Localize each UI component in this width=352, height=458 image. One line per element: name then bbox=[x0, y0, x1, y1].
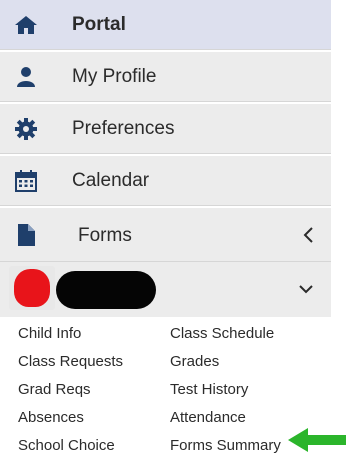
student-selector[interactable] bbox=[0, 262, 331, 317]
nav-label-calendar: Calendar bbox=[72, 170, 150, 191]
link-child-info[interactable]: Child Info bbox=[18, 325, 81, 343]
home-icon bbox=[15, 16, 37, 34]
avatar bbox=[9, 266, 55, 310]
link-school-choice[interactable]: School Choice bbox=[18, 437, 115, 455]
calendar-icon bbox=[15, 170, 37, 192]
link-attendance[interactable]: Attendance bbox=[170, 409, 246, 427]
nav-item-portal[interactable]: Portal bbox=[0, 0, 331, 50]
nav-item-calendar[interactable]: Calendar bbox=[0, 156, 331, 206]
link-test-history[interactable]: Test History bbox=[170, 381, 248, 399]
user-icon bbox=[17, 67, 35, 87]
link-absences[interactable]: Absences bbox=[18, 409, 84, 427]
annotation-arrow-icon bbox=[288, 428, 346, 452]
nav-label-preferences: Preferences bbox=[72, 118, 175, 139]
avatar-redaction bbox=[14, 269, 50, 307]
link-forms-summary[interactable]: Forms Summary bbox=[170, 437, 281, 455]
student-links: Child Info Class Schedule Class Requests… bbox=[0, 317, 331, 458]
link-grades[interactable]: Grades bbox=[170, 353, 219, 371]
nav-label-my-profile: My Profile bbox=[72, 66, 157, 87]
link-class-schedule[interactable]: Class Schedule bbox=[170, 325, 274, 343]
document-icon bbox=[18, 224, 35, 246]
student-name-redaction bbox=[56, 271, 156, 309]
sidebar: Portal My Profile Preferences Calendar F… bbox=[0, 0, 331, 458]
nav-item-preferences[interactable]: Preferences bbox=[0, 104, 331, 154]
gear-icon bbox=[15, 118, 37, 140]
nav-item-forms[interactable]: Forms bbox=[0, 208, 331, 262]
nav-label-forms: Forms bbox=[78, 225, 132, 246]
link-grad-reqs[interactable]: Grad Reqs bbox=[18, 381, 91, 399]
nav-item-my-profile[interactable]: My Profile bbox=[0, 52, 331, 102]
nav-label-portal: Portal bbox=[72, 14, 126, 35]
link-class-requests[interactable]: Class Requests bbox=[18, 353, 123, 371]
chevron-down-icon[interactable] bbox=[297, 279, 315, 299]
chevron-left-icon[interactable] bbox=[301, 225, 315, 245]
